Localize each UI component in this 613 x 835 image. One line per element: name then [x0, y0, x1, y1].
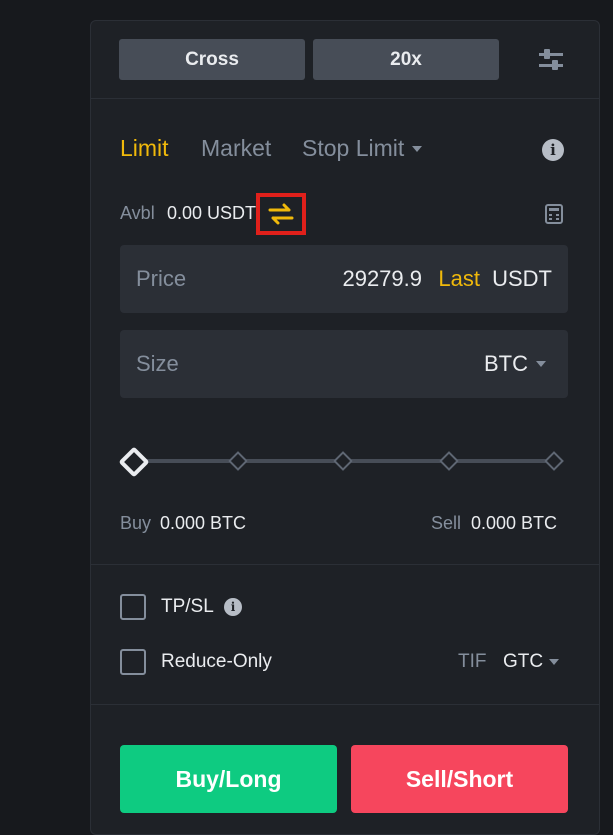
chevron-down-icon — [412, 146, 423, 152]
tif-label: TIF — [458, 651, 487, 672]
reduce-only-label: Reduce-Only — [161, 651, 272, 672]
avbl-label: Avbl — [120, 203, 155, 223]
price-unit: USDT — [492, 266, 552, 291]
leverage-button[interactable]: 20x — [313, 39, 499, 80]
tpsl-label: TP/SL — [161, 596, 214, 617]
tpsl-checkbox[interactable] — [120, 594, 146, 620]
last-price-button[interactable]: Last — [438, 266, 480, 292]
sell-short-button[interactable]: Sell/Short — [351, 745, 568, 813]
size-unit-select[interactable]: BTC — [484, 351, 528, 377]
buy-amount-label: Buy — [120, 513, 152, 533]
price-label: Price — [136, 266, 187, 291]
tab-limit[interactable]: Limit — [120, 135, 169, 162]
size-slider-handle[interactable] — [118, 446, 150, 478]
divider — [91, 98, 599, 99]
sell-amount-value: 0.000 BTC — [471, 513, 558, 533]
price-input[interactable]: 29279.9 — [342, 266, 422, 292]
calculator-icon[interactable] — [545, 204, 563, 224]
sliders-icon[interactable] — [536, 45, 566, 75]
price-field[interactable]: Price 29279.9 Last USDT — [120, 245, 568, 313]
transfer-arrows-icon — [268, 203, 294, 225]
info-icon[interactable]: i — [542, 139, 564, 161]
info-icon[interactable]: i — [224, 598, 242, 616]
buy-long-button[interactable]: Buy/Long — [120, 745, 337, 813]
divider — [91, 564, 599, 565]
slider-mark-100[interactable] — [544, 451, 564, 471]
slider-mark-25[interactable] — [228, 451, 248, 471]
order-form-panel: Cross 20x Limit Market Stop Limit i Avbl… — [90, 20, 600, 835]
chevron-down-icon — [549, 659, 559, 665]
size-field[interactable]: Size BTC — [120, 330, 568, 398]
tab-stop-limit[interactable]: Stop Limit — [302, 135, 423, 162]
size-label: Size — [136, 351, 179, 376]
avbl-value: 0.00 USDT — [167, 203, 257, 223]
reduce-only-checkbox[interactable] — [120, 649, 146, 675]
transfer-button[interactable] — [256, 193, 306, 235]
sell-amount-label: Sell — [431, 513, 462, 533]
divider — [91, 704, 599, 705]
tab-stop-limit-label: Stop Limit — [302, 135, 405, 161]
tif-select[interactable]: GTC — [503, 651, 543, 673]
margin-mode-button[interactable]: Cross — [119, 39, 305, 80]
buy-amount-value: 0.000 BTC — [160, 513, 247, 533]
chevron-down-icon — [536, 361, 546, 367]
slider-mark-75[interactable] — [439, 451, 459, 471]
slider-mark-50[interactable] — [333, 451, 353, 471]
tab-market[interactable]: Market — [201, 135, 271, 162]
